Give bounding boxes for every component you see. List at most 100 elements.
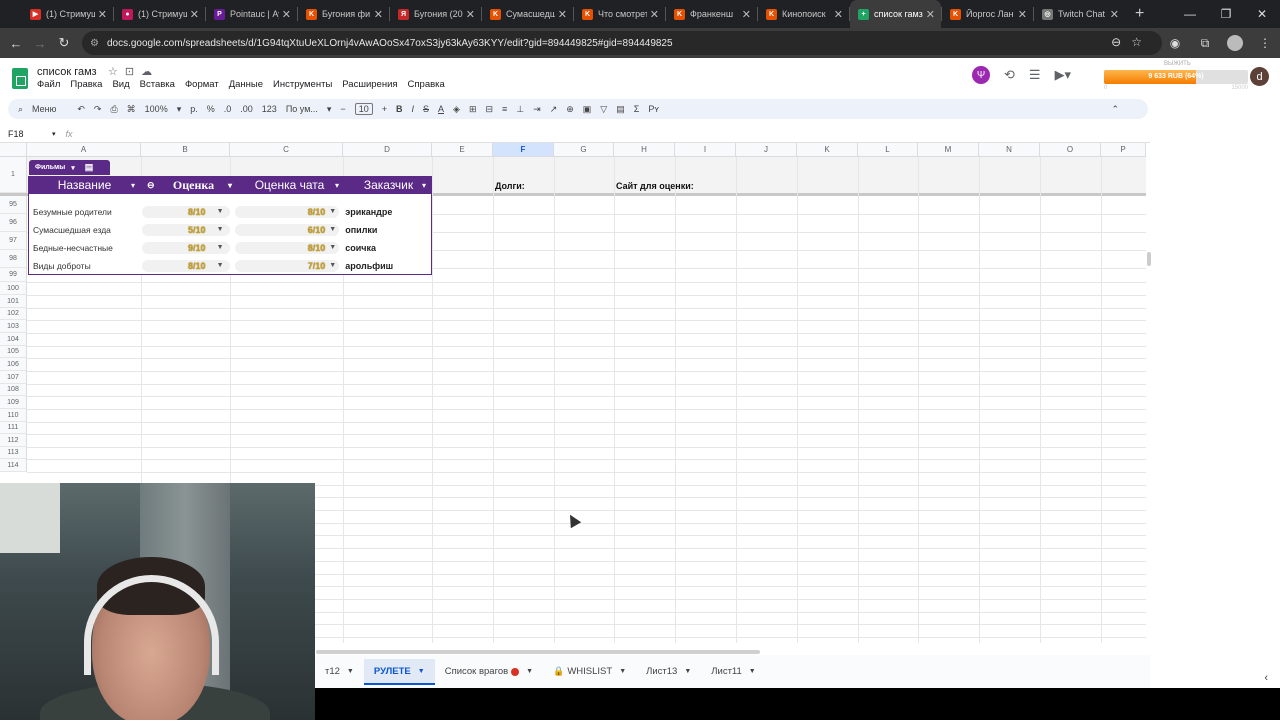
print-icon[interactable]: ⎙ — [110, 104, 117, 115]
column-header[interactable]: A — [27, 143, 141, 157]
row-header[interactable]: 102 — [0, 308, 27, 320]
browser-tab[interactable]: K Что смотрет ✕ — [574, 0, 665, 28]
menu-item[interactable]: Данные — [229, 79, 263, 90]
row-header[interactable]: 104 — [0, 333, 27, 346]
vertical-scrollbar[interactable] — [1147, 252, 1151, 266]
table-row[interactable]: Сумасшедшая езда 5/10 ▼ 6/10 ▼ опилки — [29, 221, 431, 239]
row-header[interactable]: 107 — [0, 371, 27, 384]
redo-icon[interactable]: ↷ — [94, 104, 102, 115]
column-header[interactable]: E — [432, 143, 493, 157]
row-header[interactable]: 106 — [0, 358, 27, 371]
sheet-tab[interactable]: РУЛЕТЕ ▼ — [363, 658, 435, 685]
row-header[interactable]: 95 — [0, 196, 27, 214]
filter-views-icon[interactable]: ▤ — [616, 104, 625, 115]
collapse-toolbar-icon[interactable]: ⌃ — [1111, 104, 1119, 115]
cloud-status-icon[interactable]: ☁ — [141, 66, 159, 78]
vertical-align-icon[interactable]: ⊥ — [516, 104, 524, 115]
chevron-down-icon[interactable]: ▼ — [526, 668, 533, 675]
borders-icon[interactable]: ⊞ — [469, 104, 477, 115]
comments-icon[interactable]: ☰ — [1029, 67, 1041, 83]
row-header[interactable]: 111 — [0, 422, 27, 434]
text-color-icon[interactable]: A — [438, 104, 444, 114]
chevron-down-icon[interactable]: ▼ — [418, 668, 425, 675]
horizontal-align-icon[interactable]: ≡ — [502, 104, 507, 114]
column-header[interactable]: M — [918, 143, 979, 157]
close-tab-icon[interactable]: ✕ — [558, 8, 567, 21]
chevron-down-icon[interactable]: ▼ — [749, 668, 756, 675]
menu-item[interactable]: Расширения — [342, 79, 397, 90]
font-dropdown-icon[interactable]: ▾ — [327, 104, 332, 115]
gemini-extension-icon[interactable]: Ψ — [972, 66, 990, 84]
forward-icon[interactable]: → — [28, 36, 52, 51]
browser-menu-icon[interactable]: ⋮ — [1250, 36, 1280, 50]
customer-cell[interactable]: эрикандре — [345, 207, 431, 217]
row-header[interactable]: 110 — [0, 409, 27, 422]
maximize-icon[interactable]: ❐ — [1208, 7, 1244, 21]
column-header[interactable]: I — [675, 143, 736, 157]
header-customer[interactable]: Заказчик ▾ — [345, 176, 432, 194]
font-select[interactable]: По ум... — [286, 104, 318, 114]
browser-tab[interactable]: P Pointauc | Ау ✕ — [206, 0, 297, 28]
row-header[interactable]: 1 — [0, 157, 27, 193]
increase-font-size-icon[interactable]: + — [382, 104, 387, 114]
row-header[interactable]: 99 — [0, 268, 27, 282]
star-icon[interactable]: ☆ — [108, 66, 125, 78]
more-formats[interactable]: 123 — [262, 104, 277, 114]
search-menus[interactable]: Меню — [32, 104, 56, 114]
sheet-tab[interactable]: Список врагов ▼ — [435, 659, 543, 685]
row-header[interactable]: 112 — [0, 434, 27, 447]
customer-cell[interactable]: опилки — [345, 225, 431, 235]
close-tab-icon[interactable]: ✕ — [650, 8, 659, 21]
close-window-icon[interactable]: ✕ — [1244, 7, 1280, 21]
sheet-tab[interactable]: т12 ▼ — [315, 659, 364, 685]
column-header[interactable]: J — [736, 143, 797, 157]
close-tab-icon[interactable]: ✕ — [190, 8, 199, 21]
version-history-icon[interactable]: ⟲ — [1004, 67, 1015, 83]
chevron-down-icon[interactable]: ▼ — [329, 206, 336, 218]
rating-site-label[interactable]: Сайт для оценки: — [616, 181, 694, 191]
minimize-icon[interactable]: — — [1172, 7, 1208, 21]
italic-icon[interactable]: I — [411, 104, 414, 114]
chevron-down-icon[interactable]: ▼ — [329, 242, 336, 254]
decrease-font-size-icon[interactable]: − — [340, 104, 345, 114]
header-chat-score[interactable]: Оценка чата ▾ — [234, 176, 345, 194]
sheets-logo[interactable] — [12, 68, 28, 89]
chevron-down-icon[interactable]: ▾ — [71, 164, 75, 172]
chevron-down-icon[interactable]: ▾ — [131, 181, 135, 190]
column-header[interactable]: K — [797, 143, 858, 157]
close-tab-icon[interactable]: ✕ — [1110, 8, 1119, 21]
account-avatar[interactable]: d — [1250, 67, 1269, 86]
chevron-down-icon[interactable]: ▾ — [228, 181, 232, 190]
table-menu-icon[interactable]: ▤ — [85, 162, 94, 173]
document-title[interactable]: список гамз — [37, 66, 97, 78]
browser-tab[interactable]: K Франкенш ✕ — [666, 0, 757, 28]
fill-color-icon[interactable]: ◈ — [453, 104, 460, 115]
row-header[interactable]: 114 — [0, 459, 27, 472]
site-info-icon[interactable]: ⚙ — [90, 38, 99, 49]
move-folder-icon[interactable]: ⊡ — [125, 66, 141, 78]
browser-tab[interactable]: K Бугония фи ✕ — [298, 0, 389, 28]
percent-format[interactable]: % — [207, 104, 215, 114]
column-header[interactable]: B — [141, 143, 230, 157]
close-tab-icon[interactable]: ✕ — [742, 8, 751, 21]
sheet-tab[interactable]: Лист13 ▼ — [636, 659, 701, 685]
close-tab-icon[interactable]: ✕ — [282, 8, 291, 21]
row-header[interactable]: 96 — [0, 214, 27, 232]
extensions-puzzle-icon[interactable]: ⧉ — [1190, 36, 1220, 51]
zoom-dropdown-icon[interactable]: ▾ — [177, 104, 182, 115]
filter-icon[interactable]: ▽ — [600, 104, 607, 115]
browser-tab[interactable]: ▶ (1) Стримуш ✕ — [22, 0, 113, 28]
currency-format[interactable]: р. — [190, 104, 198, 114]
browser-tab[interactable]: K Йоргос Лан ✕ — [942, 0, 1033, 28]
text-wrap-icon[interactable]: ⇥ — [533, 104, 541, 115]
column-header[interactable]: O — [1040, 143, 1101, 157]
paint-format-icon[interactable]: ⌘ — [127, 104, 136, 115]
row-header[interactable]: 100 — [0, 282, 27, 295]
chat-score-dropdown[interactable]: 6/10 ▼ — [234, 224, 340, 236]
debts-label[interactable]: Долги: — [495, 181, 525, 191]
menu-item[interactable]: Вид — [112, 79, 129, 90]
movie-name-cell[interactable]: Виды доброты — [29, 261, 142, 271]
column-header[interactable]: C — [230, 143, 343, 157]
chat-score-dropdown[interactable]: 7/10 ▼ — [234, 260, 340, 272]
chevron-down-icon[interactable]: ▼ — [347, 668, 354, 675]
